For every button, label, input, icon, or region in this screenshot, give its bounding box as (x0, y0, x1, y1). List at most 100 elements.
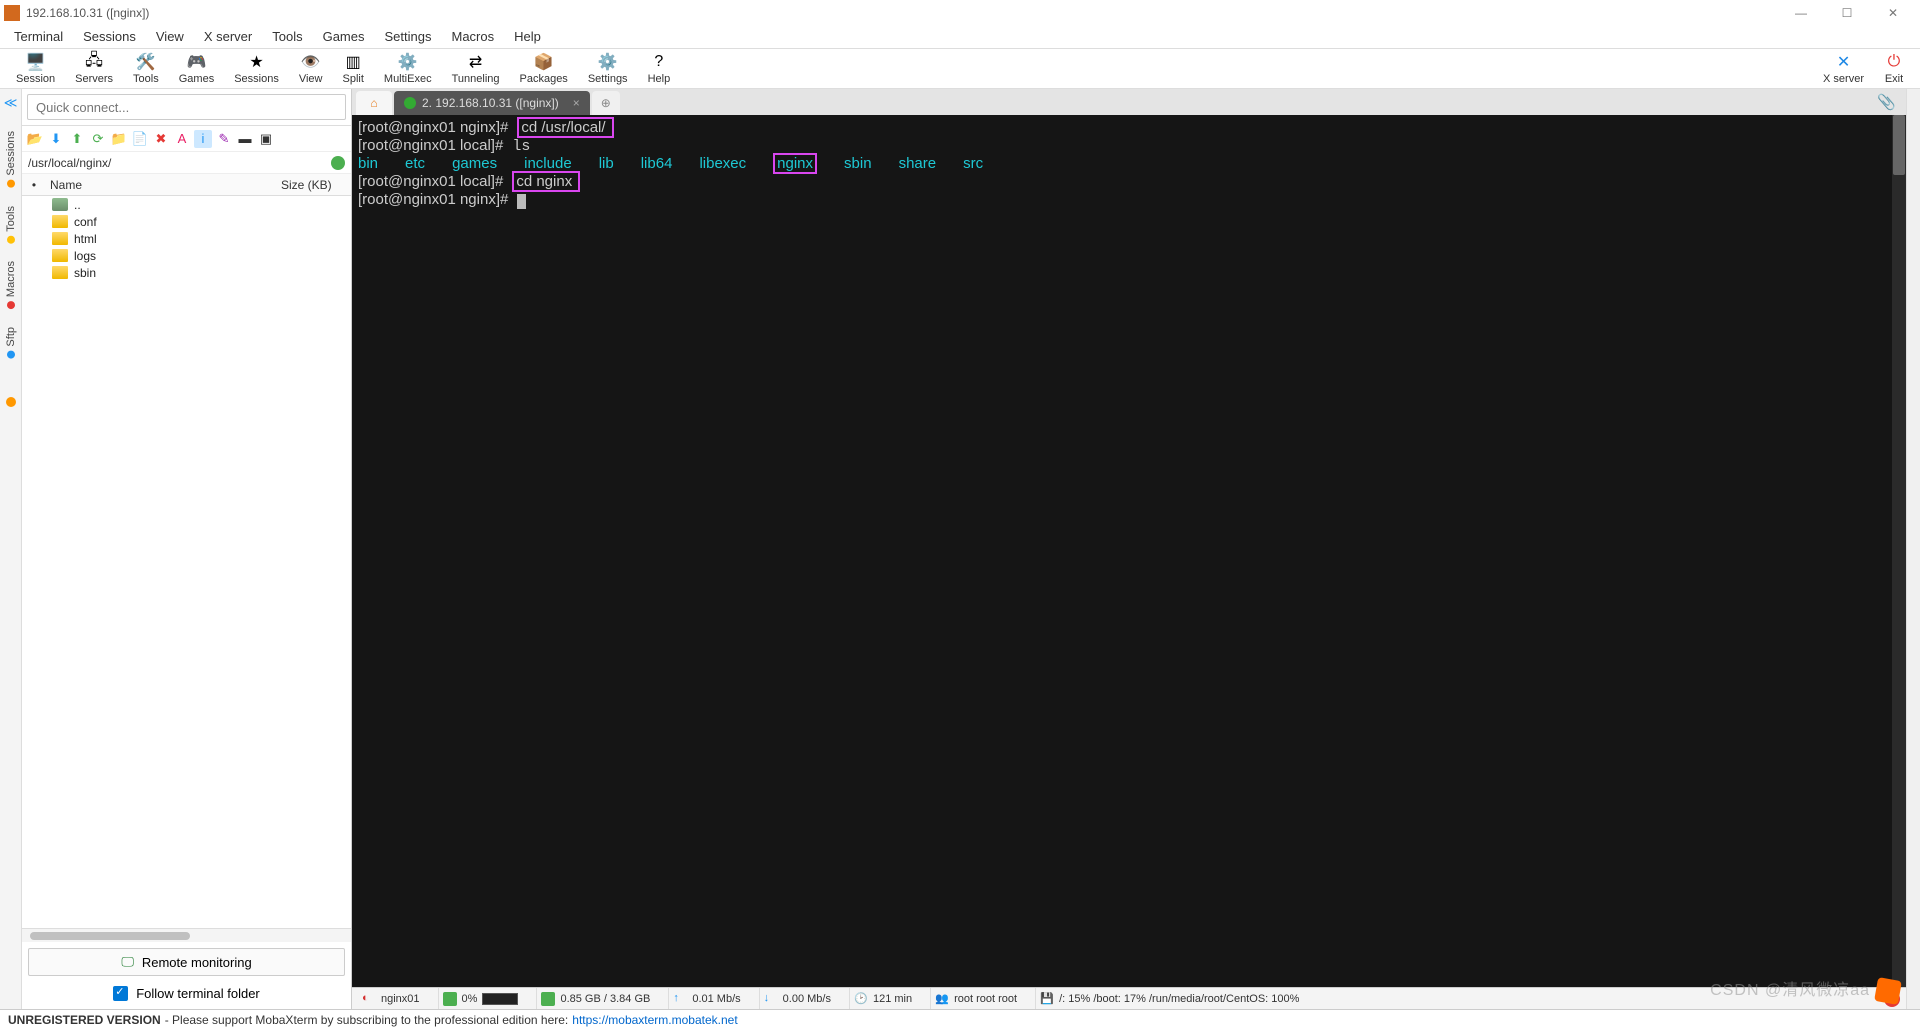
size-column-header[interactable]: Size (KB) (281, 178, 351, 192)
newfile-icon[interactable]: 📄 (131, 130, 149, 148)
tools-icon: 🛠️ (136, 52, 156, 72)
download-icon[interactable]: ⬇ (47, 130, 65, 148)
remote-monitoring-button[interactable]: 🖵 Remote monitoring (28, 948, 345, 976)
info-icon[interactable]: i (194, 130, 212, 148)
monitor-small-icon[interactable]: ▣ (257, 130, 275, 148)
status-down: 0.00 Mb/s (783, 993, 831, 1005)
up-icon: ↑ (673, 992, 687, 1006)
status-uptime: 121 min (873, 993, 912, 1005)
vtab-macros[interactable]: Macros (5, 261, 17, 309)
vtab-sftp[interactable]: Sftp (5, 327, 17, 359)
new-tab-button[interactable]: ⊕ (592, 91, 620, 115)
vtab-sessions[interactable]: Sessions (5, 131, 17, 188)
follow-checkbox[interactable] (113, 986, 128, 1001)
close-window-button[interactable]: ✕ (1870, 0, 1916, 25)
menu-view[interactable]: View (146, 26, 194, 47)
menu-settings[interactable]: Settings (375, 26, 442, 47)
session-tab[interactable]: 2. 192.168.10.31 ([nginx]) × (394, 91, 590, 115)
current-path[interactable]: /usr/local/nginx/ (28, 156, 331, 170)
packages-button[interactable]: 📦Packages (510, 50, 578, 87)
file-name: conf (74, 215, 97, 229)
sessions-button[interactable]: ★Sessions (224, 50, 289, 87)
session-button[interactable]: 🖥️Session (6, 50, 65, 87)
folder-row-html[interactable]: html (22, 230, 351, 247)
menu-games[interactable]: Games (313, 26, 375, 47)
parent-dir-row[interactable]: .. (22, 196, 351, 213)
menu-x-server[interactable]: X server (194, 26, 262, 47)
servers-button[interactable]: 🖧Servers (65, 50, 123, 87)
folder-row-sbin[interactable]: sbin (22, 264, 351, 281)
menu-terminal[interactable]: Terminal (4, 26, 73, 47)
minimize-button[interactable]: — (1778, 0, 1824, 25)
newfolder-icon[interactable]: 📁 (110, 130, 128, 148)
quick-connect-input[interactable] (27, 94, 346, 120)
file-list-hscroll[interactable] (22, 928, 351, 942)
split-button[interactable]: ▥Split (333, 50, 374, 87)
file-list-header: • Name Size (KB) (22, 174, 351, 196)
session-icon: 🖥️ (26, 52, 46, 72)
maximize-button[interactable]: ☐ (1824, 0, 1870, 25)
menu-sessions[interactable]: Sessions (73, 26, 146, 47)
file-name: logs (74, 249, 96, 263)
sftp-panel: 📂 ⬇ ⬆ ⟳ 📁 📄 ✖ A i ✎ ▬ ▣ /usr/local/nginx… (22, 89, 352, 1009)
menu-help[interactable]: Help (504, 26, 551, 47)
unregistered-label: UNREGISTERED VERSION (8, 1013, 161, 1027)
edit-icon[interactable]: ✎ (215, 130, 233, 148)
status-bar: ◐nginx01 0% 0.85 GB / 3.84 GB ↑0.01 Mb/s… (352, 987, 1906, 1009)
tools-button-label: Tools (133, 73, 159, 85)
rename-icon[interactable]: A (173, 130, 191, 148)
exit-button[interactable]: ⏻Exit (1874, 50, 1914, 87)
folder-row-logs[interactable]: logs (22, 247, 351, 264)
menu-macros[interactable]: Macros (441, 26, 504, 47)
tunneling-button[interactable]: ⇄Tunneling (442, 50, 510, 87)
multiexec-icon: ⚙️ (398, 52, 418, 72)
status-host: nginx01 (381, 993, 420, 1005)
games-button[interactable]: 🎮Games (169, 50, 224, 87)
terminal[interactable]: [root@nginx01 nginx]# cd /usr/local/ [ro… (352, 115, 1906, 987)
session-button-label: Session (16, 73, 55, 85)
attach-icon[interactable]: 📎 (1867, 89, 1906, 115)
right-strip[interactable] (1906, 89, 1920, 1009)
monitor-icon: 🖵 (121, 954, 134, 970)
games-icon: 🎮 (186, 52, 206, 72)
session-dot-icon (404, 97, 416, 109)
name-column-header[interactable]: Name (46, 178, 281, 192)
follow-terminal-row[interactable]: Follow terminal folder (22, 982, 351, 1009)
tab-close-icon[interactable]: × (573, 96, 580, 110)
footer-link[interactable]: https://mobaxterm.mobatek.net (572, 1013, 737, 1027)
file-name: sbin (74, 266, 96, 280)
refresh-icon[interactable]: ⟳ (89, 130, 107, 148)
mem-icon (541, 992, 555, 1006)
clock-icon: 🕑 (854, 992, 868, 1006)
xserver-button[interactable]: ✕X server (1813, 50, 1874, 87)
home-icon: ⌂ (370, 96, 377, 110)
help-button[interactable]: ?Help (638, 50, 681, 87)
quick-connect-row (22, 89, 351, 126)
tunneling-button-label: Tunneling (452, 73, 500, 85)
terminal-scrollbar[interactable] (1892, 115, 1906, 987)
menubar: TerminalSessionsViewX serverToolsGamesSe… (0, 25, 1920, 49)
delete-icon[interactable]: ✖ (152, 130, 170, 148)
upload-icon[interactable]: ⬆ (68, 130, 86, 148)
file-name: html (74, 232, 97, 246)
home-tab[interactable]: ⌂ (356, 91, 392, 115)
tab-bar: ⌂ 2. 192.168.10.31 ([nginx]) × ⊕ 📎 (352, 89, 1906, 115)
settings-button-label: Settings (588, 73, 628, 85)
tools-button[interactable]: 🛠️Tools (123, 50, 169, 87)
titlebar: 192.168.10.31 ([nginx]) — ☐ ✕ (0, 0, 1920, 25)
multiexec-button[interactable]: ⚙️MultiExec (374, 50, 442, 87)
collapse-icon[interactable]: ≪ (4, 95, 18, 111)
packages-icon: 📦 (534, 52, 554, 72)
folder-open-icon[interactable]: 📂 (26, 130, 44, 148)
host-icon: ◐ (362, 992, 376, 1006)
session-tab-label: 2. 192.168.10.31 ([nginx]) (422, 96, 559, 110)
folder-row-conf[interactable]: conf (22, 213, 351, 230)
view-button[interactable]: 👁️View (289, 50, 333, 87)
status-close-button[interactable]: × (1884, 991, 1900, 1007)
servers-icon: 🖧 (84, 52, 104, 72)
terminal-small-icon[interactable]: ▬ (236, 130, 254, 148)
cpu-bar (482, 993, 518, 1005)
menu-tools[interactable]: Tools (262, 26, 312, 47)
settings-button[interactable]: ⚙️Settings (578, 50, 638, 87)
vtab-tools[interactable]: Tools (5, 206, 17, 244)
